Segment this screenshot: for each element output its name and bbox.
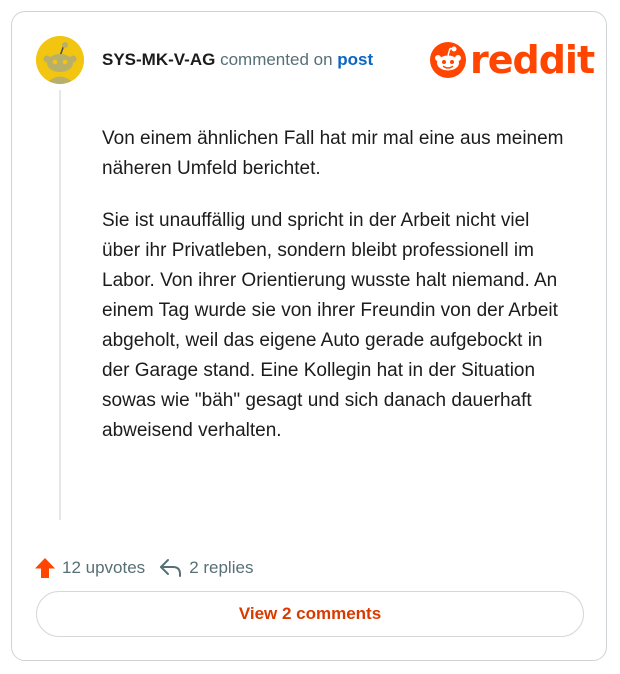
thread-line (59, 90, 61, 520)
comment-body: Von einem ähnlichen Fall hat mir mal ein… (102, 124, 572, 468)
view-comments-button[interactable]: View 2 comments (36, 591, 584, 637)
upvote-count: 12 upvotes (62, 558, 146, 577)
reddit-wordmark: reddit (470, 38, 595, 82)
comment-stats: 12 upvotes 2 replies (34, 554, 253, 582)
upvote-arrow-icon[interactable] (34, 557, 56, 579)
post-link[interactable]: post (337, 50, 373, 69)
user-avatar[interactable] (36, 36, 84, 84)
snoo-avatar-icon (36, 36, 84, 84)
username[interactable]: SYS-MK-V-AG (102, 50, 215, 69)
upvote-stat[interactable]: 12 upvotes (34, 557, 145, 579)
reddit-snoo-icon (430, 42, 466, 78)
comment-header: SYS-MK-V-AG commented on post (102, 50, 373, 70)
reddit-logo: reddit (430, 38, 595, 82)
reply-arrow-icon[interactable] (159, 557, 183, 579)
comment-action-text: commented on (220, 50, 333, 69)
comment-paragraph: Von einem ähnlichen Fall hat mir mal ein… (102, 128, 564, 179)
reply-count: 2 replies (189, 558, 254, 577)
replies-stat[interactable]: 2 replies (159, 557, 253, 579)
comment-card: SYS-MK-V-AG commented on post reddit Von… (11, 11, 607, 661)
comment-paragraph: Sie ist unauffällig und spricht in der A… (102, 210, 558, 441)
